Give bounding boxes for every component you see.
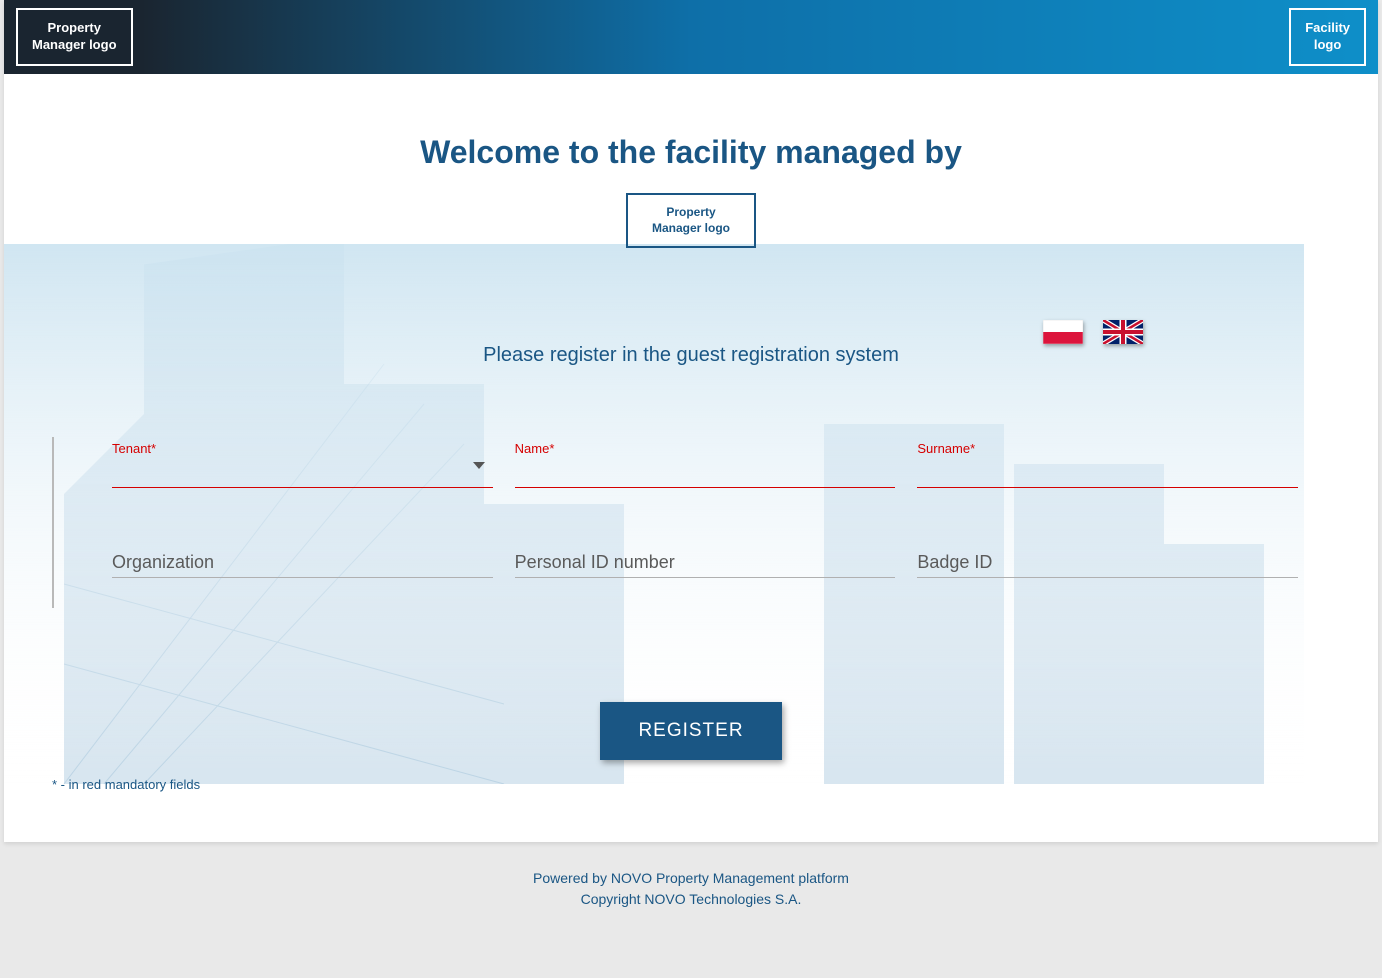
name-input[interactable]: [515, 458, 896, 488]
register-button[interactable]: REGISTER: [600, 702, 781, 760]
language-selector: [1043, 320, 1143, 344]
property-manager-logo-header: Property Manager logo: [16, 8, 133, 66]
property-manager-logo-center: Property Manager logo: [626, 193, 756, 248]
footer-line2: Copyright NOVO Technologies S.A.: [0, 889, 1382, 910]
logo-text-line2: Manager logo: [636, 221, 746, 237]
registration-form: Tenant* Name* Surname*: [52, 437, 1298, 608]
organization-field: [112, 548, 493, 578]
logo-text-line2: Manager logo: [32, 37, 117, 54]
flag-uk-icon[interactable]: [1103, 320, 1143, 344]
name-field: Name*: [515, 441, 896, 488]
registration-subtitle: Please register in the guest registratio…: [4, 344, 1378, 367]
badge-id-field: [917, 548, 1298, 578]
surname-input[interactable]: [917, 458, 1298, 488]
surname-label: Surname*: [917, 441, 1298, 456]
personal-id-field: [515, 548, 896, 578]
tenant-field: Tenant*: [112, 441, 493, 488]
facility-logo-header: Facility logo: [1289, 8, 1366, 66]
surname-field: Surname*: [917, 441, 1298, 488]
logo-text-line2: logo: [1305, 37, 1350, 54]
logo-text-line1: Property: [636, 205, 746, 221]
welcome-title: Welcome to the facility managed by: [4, 134, 1378, 171]
logo-text-line1: Facility: [1305, 20, 1350, 37]
flag-poland-icon[interactable]: [1043, 320, 1083, 344]
logo-text-line1: Property: [32, 20, 117, 37]
badge-id-input[interactable]: [917, 548, 1298, 578]
personal-id-input[interactable]: [515, 548, 896, 578]
tenant-select[interactable]: [112, 458, 493, 488]
tenant-label: Tenant*: [112, 441, 493, 456]
organization-input[interactable]: [112, 548, 493, 578]
mandatory-fields-note: * - in red mandatory fields: [52, 777, 200, 792]
name-label: Name*: [515, 441, 896, 456]
footer-line1: Powered by NOVO Property Management plat…: [0, 868, 1382, 889]
page-footer: Powered by NOVO Property Management plat…: [0, 842, 1382, 910]
header-bar: Property Manager logo Facility logo: [4, 0, 1378, 74]
